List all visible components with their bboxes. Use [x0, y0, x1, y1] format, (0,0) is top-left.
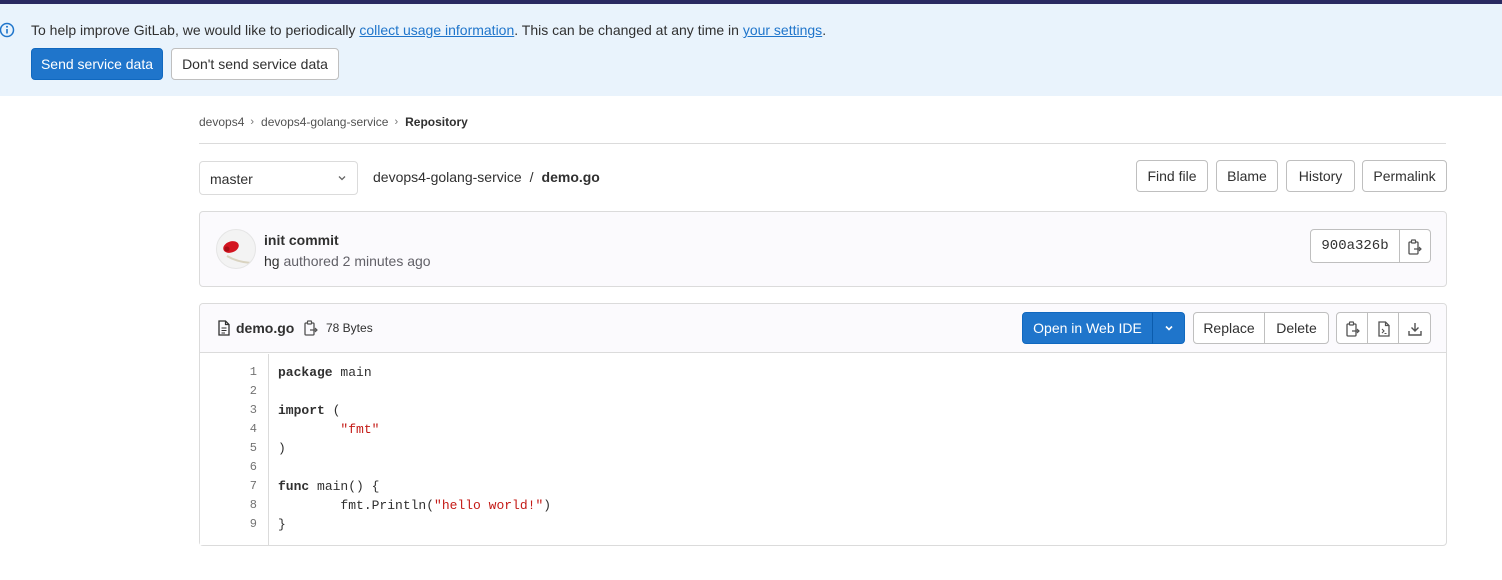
chevron-right-icon: › — [394, 115, 399, 128]
file-blob-panel: demo.go 78 Bytes Open in Web IDE Replace… — [199, 303, 1447, 546]
commit-sha[interactable]: 900a326b — [1310, 229, 1400, 263]
code-line: ) — [278, 439, 286, 458]
last-commit-panel: init commit hg authored 2 minutes ago 90… — [199, 211, 1447, 287]
line-number[interactable]: 9 — [250, 515, 257, 534]
line-number[interactable]: 2 — [250, 382, 257, 401]
banner-text-prefix: To help improve GitLab, we would like to… — [31, 22, 360, 38]
avatar[interactable] — [216, 229, 256, 269]
download-icon — [1408, 323, 1422, 336]
web-ide-dropdown-button[interactable] — [1152, 312, 1185, 344]
line-number[interactable]: 7 — [250, 477, 257, 496]
download-button[interactable] — [1398, 312, 1431, 344]
code-text: ( — [324, 403, 341, 418]
code-line: } — [278, 515, 286, 534]
breadcrumb: devops4 › devops4-golang-service › Repositor… — [199, 112, 468, 130]
code-keyword: func — [278, 479, 310, 494]
code-line: func main() { — [278, 477, 379, 496]
breadcrumb-item-repository[interactable]: Repository — [405, 113, 468, 131]
collect-usage-link[interactable]: collect usage information — [359, 22, 514, 38]
code-keyword: package — [278, 365, 333, 380]
path-file-name: demo.go — [541, 169, 600, 185]
code-text: ) — [543, 498, 552, 513]
code-text: fmt.Println( — [340, 498, 435, 513]
file-header: demo.go 78 Bytes Open in Web IDE Replace… — [200, 304, 1446, 353]
commit-title[interactable]: init commit — [264, 232, 339, 248]
info-icon — [0, 22, 15, 38]
line-number[interactable]: 6 — [250, 458, 257, 477]
line-number[interactable]: 4 — [250, 420, 257, 439]
line-number[interactable]: 5 — [250, 439, 257, 458]
commit-time: 2 minutes ago — [342, 253, 431, 269]
branch-selector[interactable]: master — [199, 161, 358, 195]
code-keyword: import — [278, 403, 325, 418]
usage-ping-banner: To help improve GitLab, we would like to… — [0, 4, 1502, 96]
banner-text-suffix: . — [822, 22, 827, 38]
commit-sha-group: 900a326b — [1310, 229, 1431, 263]
permalink-button[interactable]: Permalink — [1362, 160, 1447, 192]
code-string: "fmt" — [340, 422, 380, 437]
commit-authored-label: authored — [283, 253, 339, 269]
code-line: import ( — [278, 401, 340, 420]
banner-message: To help improve GitLab, we would like to… — [31, 22, 826, 38]
line-number[interactable]: 8 — [250, 496, 257, 515]
blame-button[interactable]: Blame — [1216, 160, 1278, 192]
chevron-down-icon — [1164, 325, 1173, 331]
breadcrumb-divider — [199, 143, 1446, 144]
code-line: fmt.Println("hello world!") — [278, 496, 551, 515]
code-text: main — [332, 365, 372, 380]
file-path: devops4-golang-service / demo.go — [373, 169, 600, 185]
path-separator: / — [529, 169, 534, 185]
code-line: "fmt" — [278, 420, 379, 439]
code-viewer: 1 2 3 4 5 6 7 8 9 package main import ( … — [200, 354, 1446, 545]
chevron-down-icon — [338, 176, 346, 181]
dont-send-service-data-button[interactable]: Don't send service data — [171, 48, 339, 80]
breadcrumb-item-project[interactable]: devops4-golang-service — [261, 113, 388, 131]
code-text: main() { — [309, 479, 380, 494]
find-file-button[interactable]: Find file — [1136, 160, 1208, 192]
open-raw-button[interactable] — [1367, 312, 1399, 344]
copy-file-contents-button[interactable] — [1336, 312, 1368, 344]
path-repo-link[interactable]: devops4-golang-service — [373, 169, 522, 185]
replace-button[interactable]: Replace — [1193, 312, 1265, 344]
raw-file-icon — [1378, 321, 1390, 337]
commit-meta: hg authored 2 minutes ago — [264, 253, 431, 269]
line-number[interactable]: 1 — [250, 363, 257, 382]
history-button[interactable]: History — [1286, 160, 1355, 192]
file-icon — [218, 320, 230, 336]
copy-icon — [1408, 239, 1422, 255]
your-settings-link[interactable]: your settings — [743, 22, 822, 38]
copy-icon[interactable] — [304, 320, 318, 336]
copy-icon — [1346, 321, 1360, 337]
branch-selected-label: master — [210, 171, 253, 187]
chevron-right-icon: › — [250, 115, 255, 128]
banner-text-middle: . This can be changed at any time in — [514, 22, 743, 38]
code-text: ) — [278, 441, 286, 456]
copy-sha-button[interactable] — [1400, 229, 1431, 263]
open-web-ide-button[interactable]: Open in Web IDE — [1022, 312, 1153, 344]
send-service-data-button[interactable]: Send service data — [31, 48, 163, 80]
avatar-image — [223, 241, 252, 264]
delete-button[interactable]: Delete — [1264, 312, 1329, 344]
code-line: package main — [278, 363, 372, 382]
line-number[interactable]: 3 — [250, 401, 257, 420]
code-string: "hello world!" — [434, 498, 544, 513]
code-text: } — [278, 517, 286, 532]
breadcrumb-item-devops4[interactable]: devops4 — [199, 113, 244, 131]
line-number-gutter: 1 2 3 4 5 6 7 8 9 — [200, 354, 269, 545]
commit-author[interactable]: hg — [264, 253, 280, 269]
file-size: 78 Bytes — [326, 321, 373, 335]
file-name: demo.go — [236, 320, 295, 336]
